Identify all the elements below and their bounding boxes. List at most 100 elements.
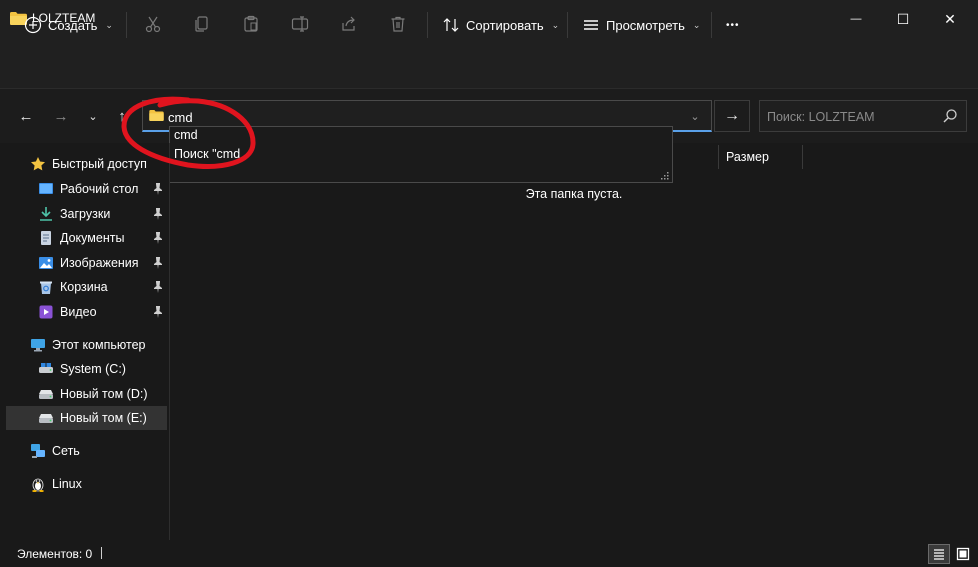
share-icon xyxy=(342,16,355,31)
search-input[interactable] xyxy=(767,108,937,126)
minimize-icon: — xyxy=(850,13,862,25)
suggestion-item[interactable]: cmd xyxy=(174,128,198,142)
address-suggestions xyxy=(169,126,673,183)
pin-icon[interactable] xyxy=(153,183,163,195)
download-icon xyxy=(38,206,54,222)
details-view-button[interactable] xyxy=(928,544,950,564)
address-history-button[interactable]: ⌄ xyxy=(682,104,708,128)
item-count: Элементов: 0 xyxy=(17,547,93,561)
nav-label: Документы xyxy=(60,231,125,245)
nav-label: Изображения xyxy=(60,256,139,270)
nav-desktop[interactable]: Рабочий стол xyxy=(38,177,138,201)
resize-grip-icon[interactable] xyxy=(660,171,670,181)
details-view-icon xyxy=(934,549,944,560)
create-button[interactable]: Создать ⌄ xyxy=(24,10,113,40)
nav-downloads[interactable]: Загрузки xyxy=(38,202,110,226)
drive-icon xyxy=(38,386,54,402)
nav-documents[interactable]: Документы xyxy=(38,226,124,250)
pin-icon[interactable] xyxy=(153,232,163,244)
documents-icon xyxy=(38,230,54,246)
pictures-icon xyxy=(38,255,54,271)
copy-icon xyxy=(195,16,208,32)
chevron-down-icon: ⌄ xyxy=(88,110,98,123)
copy-button[interactable] xyxy=(190,12,214,36)
column-divider[interactable] xyxy=(718,145,719,169)
create-label: Создать xyxy=(48,17,98,33)
desktop-icon xyxy=(38,181,54,197)
nav-quick-access[interactable]: Быстрый доступ xyxy=(30,152,147,176)
delete-icon xyxy=(391,16,405,32)
paste-button[interactable] xyxy=(239,12,263,36)
up-button[interactable]: ↑ xyxy=(110,104,134,128)
nav-label: Новый том (E:) xyxy=(60,411,147,425)
chevron-down-icon: ⌄ xyxy=(692,19,701,30)
nav-network[interactable]: Сеть xyxy=(30,439,80,463)
folder-icon xyxy=(149,110,164,121)
sort-label: Сортировать xyxy=(466,17,544,33)
nav-label: System (C:) xyxy=(60,362,126,376)
pin-icon[interactable] xyxy=(153,257,163,269)
nav-drive-c[interactable]: System (C:) xyxy=(38,357,126,381)
address-input[interactable] xyxy=(168,108,668,126)
sort-button[interactable]: Сортировать ⌄ xyxy=(442,10,559,40)
view-button[interactable]: Просмотреть ⌄ xyxy=(582,10,700,40)
network-icon xyxy=(30,443,46,459)
cut-button[interactable] xyxy=(141,12,165,36)
more-button[interactable]: ••• xyxy=(726,10,740,40)
nav-label: Видео xyxy=(60,305,97,319)
tiles-view-button[interactable] xyxy=(952,544,974,564)
maximize-button[interactable]: ☐ xyxy=(880,0,926,38)
go-button[interactable]: → xyxy=(714,100,750,132)
arrow-left-icon: ← xyxy=(18,107,34,125)
nav-label: Сеть xyxy=(52,444,80,458)
nav-label: Новый том (D:) xyxy=(60,387,148,401)
more-icon: ••• xyxy=(726,19,740,31)
nav-drive-d[interactable]: Новый том (D:) xyxy=(38,382,148,406)
back-button[interactable]: ← xyxy=(14,104,38,128)
computer-icon xyxy=(30,337,46,353)
suggestion-item[interactable]: Поиск "cmd xyxy=(174,147,240,161)
nav-label: Загрузки xyxy=(60,207,111,221)
share-button[interactable] xyxy=(337,12,361,36)
arrow-right-icon: → xyxy=(53,107,69,125)
recent-locations-button[interactable]: ⌄ xyxy=(81,104,105,128)
column-divider[interactable] xyxy=(802,145,803,169)
close-button[interactable]: ✕ xyxy=(927,0,973,38)
view-icon xyxy=(584,20,598,30)
tiles-view-icon xyxy=(956,547,970,561)
close-icon: ✕ xyxy=(944,10,956,27)
arrow-up-icon: ↑ xyxy=(118,107,126,125)
command-bar xyxy=(0,38,978,89)
nav-label: Быстрый доступ xyxy=(52,157,147,171)
sort-icon xyxy=(443,18,459,32)
nav-drive-e[interactable]: Новый том (E:) xyxy=(38,406,147,430)
cut-icon xyxy=(145,16,161,33)
nav-videos[interactable]: Видео xyxy=(38,300,97,324)
nav-label: Рабочий стол xyxy=(60,182,139,196)
pin-icon[interactable] xyxy=(153,281,163,293)
nav-label: Linux xyxy=(52,477,82,491)
delete-button[interactable] xyxy=(386,12,410,36)
nav-this-pc[interactable]: Этот компьютер xyxy=(30,333,145,357)
nav-recycle-bin[interactable]: Корзина xyxy=(38,275,108,299)
pin-icon[interactable] xyxy=(153,208,163,220)
arrow-right-icon: → xyxy=(724,107,740,124)
toolbar-divider xyxy=(126,12,127,38)
plus-icon xyxy=(24,16,42,34)
nav-pictures[interactable]: Изображения xyxy=(38,251,139,275)
chevron-down-icon: ⌄ xyxy=(690,110,700,123)
column-header-size[interactable]: Размер xyxy=(726,150,769,164)
rename-button[interactable] xyxy=(288,12,312,36)
system-drive-icon xyxy=(38,361,54,377)
paste-icon xyxy=(244,15,258,32)
videos-icon xyxy=(38,304,54,320)
toolbar-divider xyxy=(427,12,428,38)
nav-linux[interactable]: Linux xyxy=(30,472,82,496)
pin-icon[interactable] xyxy=(153,306,163,318)
recycle-bin-icon xyxy=(38,279,54,295)
view-label: Просмотреть xyxy=(606,17,685,33)
forward-button[interactable]: → xyxy=(49,104,73,128)
minimize-button[interactable]: — xyxy=(833,0,879,38)
nav-label: Корзина xyxy=(60,280,108,294)
toolbar-divider xyxy=(711,12,712,38)
